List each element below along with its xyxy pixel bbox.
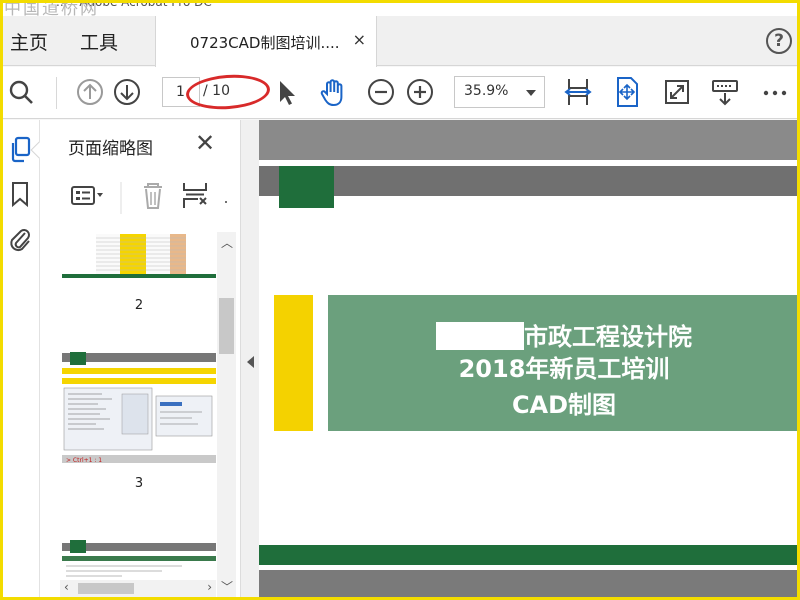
thumbnail-list: 2 > Ctrl+1: 1 3	[60, 232, 218, 597]
slide-title-line-1: 市政工程设计院	[328, 317, 800, 352]
navigation-rail	[0, 120, 40, 600]
slide-title-line-2: 2018年新员工培训	[458, 355, 670, 383]
redacted-block	[436, 322, 524, 350]
page-down-icon[interactable]	[112, 76, 142, 108]
fit-page-icon[interactable]	[612, 76, 642, 108]
fullscreen-icon[interactable]	[662, 76, 692, 108]
scroll-left-icon[interactable]: ‹	[64, 580, 69, 594]
document-tab[interactable]: 0723CAD制图培训.... ×	[155, 16, 377, 67]
menu-home[interactable]: 主页	[10, 28, 48, 55]
chevron-down-icon	[526, 90, 536, 96]
thumbnail-hscrollbar[interactable]: ‹ ›	[60, 580, 216, 597]
panel-title: 页面缩略图	[68, 139, 153, 159]
document-view[interactable]: 市政工程设计院 2018年新员工培训 CAD制图	[259, 120, 800, 600]
slide-green-square	[279, 166, 334, 208]
thumbnail-number: 3	[134, 476, 144, 491]
help-icon[interactable]: ?	[766, 28, 792, 54]
title-bar: ... - Adobe Acrobat Pro DC —	[0, 0, 800, 16]
toolbar: 1 / 10 35.9%	[0, 67, 800, 119]
minimize-button[interactable]: —	[772, 0, 786, 10]
hscroll-thumb[interactable]	[78, 583, 134, 594]
page-up-icon[interactable]	[75, 76, 105, 108]
document-page: 市政工程设计院 2018年新员工培训 CAD制图	[259, 160, 800, 565]
panel-toolbar	[64, 178, 240, 218]
zoom-select[interactable]: 35.9%	[454, 76, 545, 108]
zoom-in-icon[interactable]	[405, 76, 435, 108]
collapse-arrow-icon	[247, 356, 254, 368]
watermark-logo: 中国道桥网	[4, 0, 99, 19]
svg-text:> Ctrl+1 : 1: > Ctrl+1 : 1	[66, 457, 102, 464]
scroll-right-icon[interactable]: ›	[207, 580, 212, 594]
menu-tools[interactable]: 工具	[80, 28, 118, 55]
next-page-preview	[259, 565, 800, 600]
scroll-thumb[interactable]	[219, 298, 234, 354]
slide-title-box: 市政工程设计院 2018年新员工培训 CAD制图	[328, 295, 800, 431]
thumbnail-page-2[interactable]	[62, 232, 216, 284]
fit-width-icon[interactable]	[563, 76, 593, 108]
thumbnail-options-icon[interactable]	[64, 178, 240, 218]
hand-icon[interactable]	[318, 76, 348, 108]
slide-title-line-3: CAD制图	[511, 391, 617, 419]
zoom-out-icon[interactable]	[366, 76, 396, 108]
collapse-panel-handle[interactable]	[240, 120, 259, 600]
toolbar-separator	[56, 77, 57, 109]
thumbnail-panel: 页面缩略图 ✕ 2 > Ctrl+1: 1 3 ︿ ﹀ ‹ ›	[30, 120, 240, 600]
close-tab-icon[interactable]: ×	[353, 30, 366, 49]
attachment-icon[interactable]	[8, 224, 32, 252]
bookmark-icon[interactable]	[8, 180, 32, 208]
tab-bar: 主页 工具 0723CAD制图培训.... × ?	[0, 16, 800, 67]
select-arrow-icon[interactable]	[272, 76, 302, 108]
zoom-value: 35.9%	[464, 83, 509, 99]
next-page-band	[259, 570, 800, 600]
close-icon[interactable]: ✕	[195, 130, 215, 156]
more-icon[interactable]	[760, 76, 790, 108]
slide-yellow-bar	[274, 295, 313, 431]
search-icon[interactable]	[6, 76, 36, 108]
thumbnail-scrollbar[interactable]: ︿ ﹀	[217, 232, 236, 597]
document-tab-title: 0723CAD制图培训....	[190, 34, 340, 52]
read-mode-icon[interactable]	[710, 76, 740, 108]
slide-header-band	[259, 166, 800, 196]
slide-footer-band	[259, 545, 800, 565]
thumbnail-number: 2	[134, 298, 144, 313]
scroll-down-icon[interactable]: ﹀	[221, 578, 233, 595]
scroll-up-icon[interactable]: ︿	[221, 234, 233, 251]
thumbnail-page-3[interactable]: > Ctrl+1 : 1	[62, 352, 216, 470]
slide-title-suffix: 市政工程设计院	[524, 323, 692, 351]
page-thumbnails-icon[interactable]	[8, 136, 32, 164]
